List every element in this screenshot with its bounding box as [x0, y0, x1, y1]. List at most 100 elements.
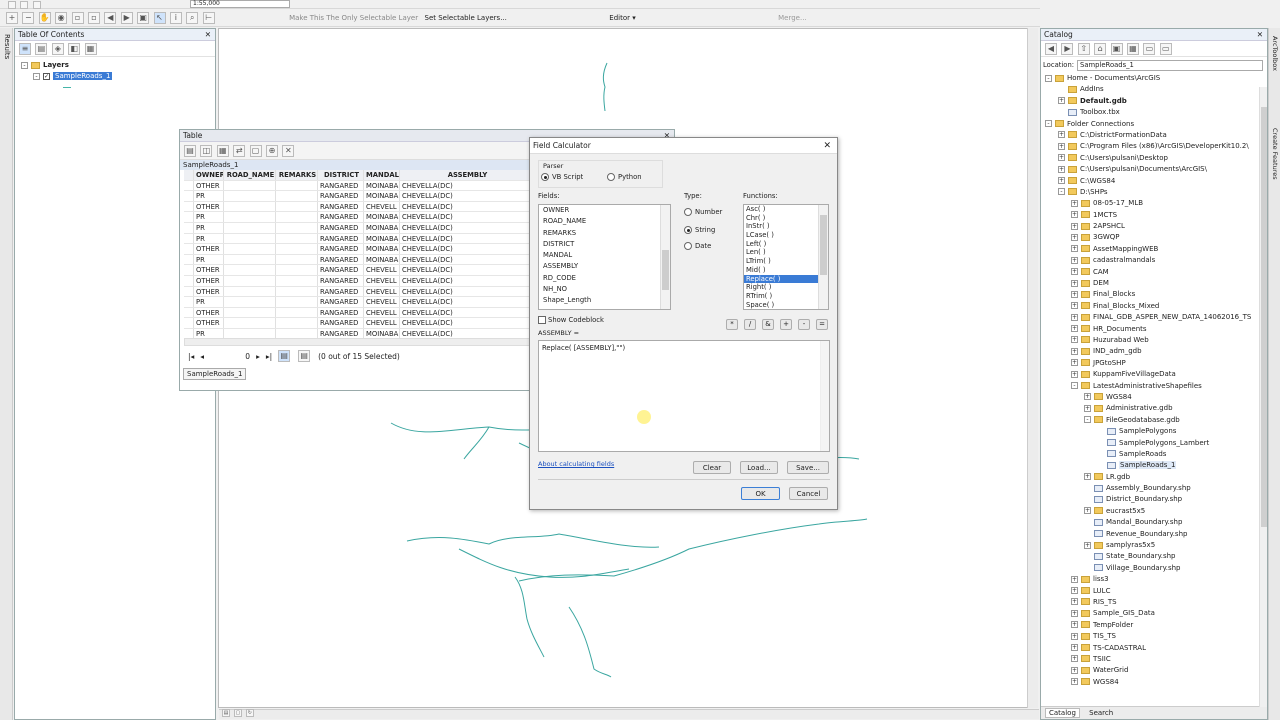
table-cell[interactable]	[224, 212, 276, 222]
expand-icon[interactable]: +	[1071, 325, 1078, 333]
table-cell[interactable]: OTHER	[194, 307, 224, 318]
catalog-node[interactable]: + FINAL_GDB_ASPER_NEW_DATA_14062016_TS	[1045, 312, 1267, 323]
function-item[interactable]: Space( )	[744, 301, 828, 309]
expand-icon[interactable]: +	[1071, 575, 1078, 583]
vbscript-radio[interactable]: VB Script	[541, 173, 583, 181]
clear-selection-icon[interactable]: ▢	[249, 145, 262, 157]
table-cell[interactable]	[224, 233, 276, 244]
table-cell[interactable]	[224, 254, 276, 265]
table-cell[interactable]	[224, 307, 276, 318]
show-all-icon[interactable]: ▤	[278, 350, 291, 362]
operator-button[interactable]: -	[798, 319, 810, 330]
table-cell[interactable]: CHEVELLA(DC)	[400, 265, 534, 275]
catalog-node[interactable]: + Final_Blocks_Mixed	[1045, 301, 1267, 312]
search-tab[interactable]: Search	[1086, 709, 1116, 717]
table-cell[interactable]: OTHER	[194, 180, 224, 191]
expand-icon[interactable]: +	[1071, 621, 1078, 629]
table-cell[interactable]: OTHER	[194, 275, 224, 286]
expression-box[interactable]: Replace( [ASSEMBLY],"")	[538, 340, 830, 452]
list-by-drawing-order-icon[interactable]: ≡	[19, 43, 31, 55]
table-cell[interactable]	[224, 318, 276, 328]
table-cell[interactable]: CHEVELL	[364, 265, 400, 275]
table-cell[interactable]: CHEVELLA(DC)	[400, 180, 534, 191]
checkbox-icon[interactable]: ✓	[43, 72, 50, 80]
expand-icon[interactable]: +	[1084, 393, 1091, 401]
catalog-node[interactable]: + TIS_TS	[1045, 631, 1267, 642]
list-by-selection-icon[interactable]: ◧	[68, 43, 81, 55]
cancel-button[interactable]: Cancel	[789, 487, 828, 500]
expand-icon[interactable]: +	[1071, 598, 1078, 606]
table-cell[interactable]	[224, 180, 276, 191]
catalog-node[interactable]: - Home - Documents\ArcGIS	[1045, 73, 1267, 84]
table-cell[interactable]: RANGARED	[318, 318, 364, 328]
collapse-icon[interactable]: -	[1045, 120, 1052, 128]
row-selector[interactable]	[184, 286, 194, 297]
table-cell[interactable]	[276, 244, 318, 254]
field-item[interactable]: Shape_Length	[539, 295, 670, 306]
table-cell[interactable]: RANGARED	[318, 222, 364, 233]
table-cell[interactable]	[224, 201, 276, 212]
function-item[interactable]: Right( )	[744, 283, 828, 292]
column-header[interactable]: DISTRICT	[318, 170, 364, 180]
scale-box[interactable]: 1:55,000	[190, 0, 290, 8]
full-extent-icon[interactable]: ◉	[55, 12, 68, 24]
catalog-node[interactable]: + C:\Users\pulsani\Documents\ArcGIS\	[1045, 164, 1267, 175]
catalog-node[interactable]: + RIS_TS	[1045, 597, 1267, 608]
catalog-node[interactable]: District_Boundary.shp	[1045, 494, 1267, 505]
catalog-node[interactable]: + C:\DistrictFormationData	[1045, 130, 1267, 141]
expand-icon[interactable]: +	[1058, 142, 1065, 150]
expand-icon[interactable]: +	[1071, 245, 1078, 253]
first-record-icon[interactable]: |◂	[188, 352, 194, 361]
catalog-node[interactable]: + Sample_GIS_Data	[1045, 608, 1267, 619]
table-cell[interactable]	[276, 201, 318, 212]
catalog-node[interactable]: + samplyras5x5	[1045, 540, 1267, 551]
catalog-node[interactable]: SampleRoads_1	[1045, 460, 1267, 471]
row-selector[interactable]	[184, 307, 194, 318]
table-cell[interactable]	[224, 244, 276, 254]
table-cell[interactable]: RANGARED	[318, 265, 364, 275]
table-cell[interactable]: MOINABA	[364, 212, 400, 222]
expand-icon[interactable]: +	[1084, 404, 1091, 412]
save-button[interactable]: Save...	[787, 461, 829, 474]
open-icon[interactable]	[20, 1, 29, 9]
about-link[interactable]: About calculating fields	[538, 460, 614, 468]
table-cell[interactable]	[276, 191, 318, 201]
expand-icon[interactable]: +	[1071, 336, 1078, 344]
connect-folder-icon[interactable]: ▭	[1143, 43, 1156, 55]
catalog-node[interactable]: + WGS84	[1045, 677, 1267, 688]
data-view-icon[interactable]: ▤	[222, 709, 230, 717]
table-cell[interactable]	[276, 307, 318, 318]
table-cell[interactable]: PR	[194, 297, 224, 307]
table-cell[interactable]	[224, 275, 276, 286]
table-cell[interactable]	[224, 191, 276, 201]
table-cell[interactable]	[276, 222, 318, 233]
table-cell[interactable]: MOINABA	[364, 244, 400, 254]
table-cell[interactable]	[276, 212, 318, 222]
arctoolbox-tab[interactable]: ArcToolbox	[1271, 36, 1279, 71]
map-hscrollbar[interactable]	[219, 709, 1039, 719]
catalog-node[interactable]: Mandal_Boundary.shp	[1045, 517, 1267, 528]
catalog-node[interactable]: + Administrative.gdb	[1045, 403, 1267, 414]
fields-list[interactable]: OWNER ROAD_NAME REMARKS DISTRICT MANDAL ASSEM…	[538, 204, 671, 310]
editor-menu[interactable]: Editor ▾	[609, 14, 635, 22]
table-cell[interactable]: CHEVELLA(DC)	[400, 222, 534, 233]
table-cell[interactable]: CHEVELLA(DC)	[400, 212, 534, 222]
catalog-node[interactable]: Village_Boundary.shp	[1045, 563, 1267, 574]
row-selector[interactable]	[184, 191, 194, 201]
close-icon[interactable]: ✕	[823, 138, 831, 154]
expand-icon[interactable]: +	[1071, 290, 1078, 298]
table-cell[interactable]: RANGARED	[318, 286, 364, 297]
table-cell[interactable]: MOINABA	[364, 191, 400, 201]
table-cell[interactable]	[276, 328, 318, 338]
expand-icon[interactable]: +	[1071, 609, 1078, 617]
function-item[interactable]: InStr( )	[744, 222, 828, 231]
record-number[interactable]: 0	[210, 352, 250, 361]
close-icon[interactable]: ✕	[205, 29, 211, 41]
function-item[interactable]: Left( )	[744, 240, 828, 249]
table-cell[interactable]: OTHER	[194, 318, 224, 328]
expand-icon[interactable]: +	[1071, 279, 1078, 287]
table-cell[interactable]	[276, 254, 318, 265]
expand-icon[interactable]: +	[1071, 678, 1078, 686]
row-selector[interactable]	[184, 212, 194, 222]
select-arrow-icon[interactable]: ↖	[153, 12, 166, 24]
